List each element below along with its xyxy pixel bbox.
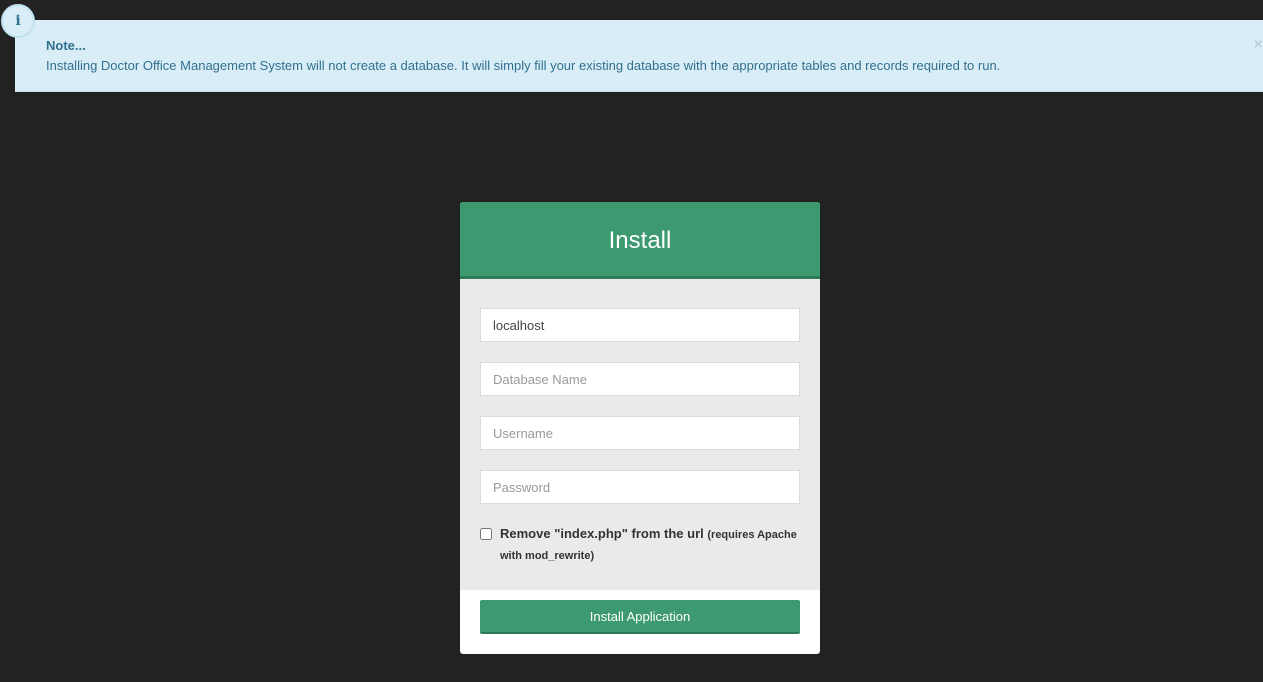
host-input[interactable] xyxy=(480,308,800,342)
panel-title: Install xyxy=(460,202,820,279)
rewrite-checkbox[interactable] xyxy=(480,528,492,540)
install-application-button[interactable]: Install Application xyxy=(480,600,800,634)
rewrite-label-text: Remove "index.php" from the url xyxy=(500,526,704,541)
username-input[interactable] xyxy=(480,416,800,450)
alert-title: Note... xyxy=(46,38,86,53)
close-icon[interactable]: × xyxy=(1254,36,1263,54)
panel-footer: Install Application xyxy=(460,590,820,634)
install-panel: Install Remove "index.php" from the url … xyxy=(460,202,820,654)
database-name-input[interactable] xyxy=(480,362,800,396)
note-alert: i Note... Installing Doctor Office Manag… xyxy=(1,4,1263,92)
password-input[interactable] xyxy=(480,470,800,504)
rewrite-label[interactable]: Remove "index.php" from the url (require… xyxy=(500,524,800,566)
rewrite-option: Remove "index.php" from the url (require… xyxy=(480,524,800,566)
info-icon: i xyxy=(1,4,35,38)
install-form: Remove "index.php" from the url (require… xyxy=(460,279,820,590)
alert-message: Installing Doctor Office Management Syst… xyxy=(46,58,1001,73)
